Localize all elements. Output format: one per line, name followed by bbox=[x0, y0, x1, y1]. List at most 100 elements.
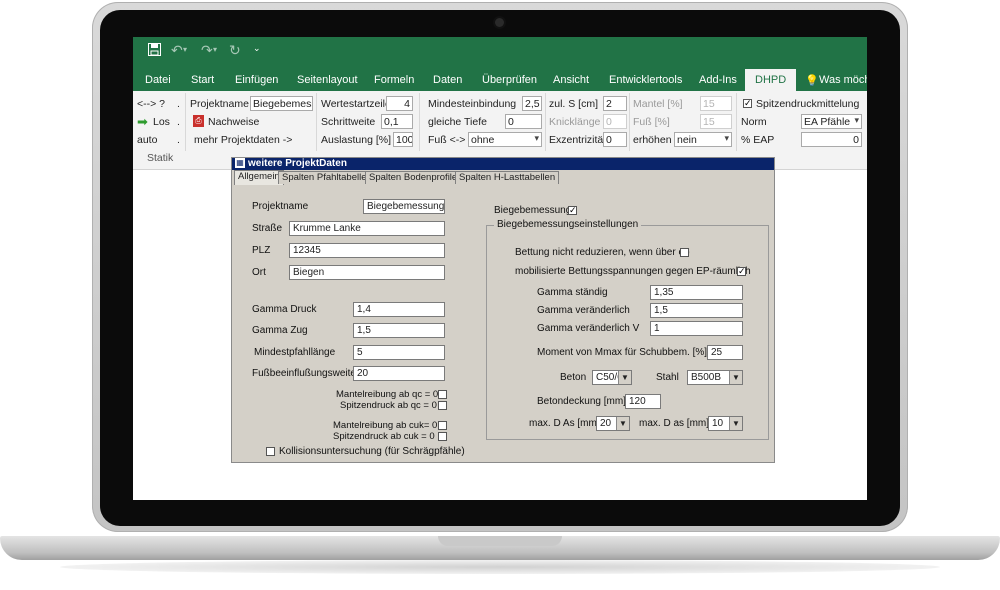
eap-label: % EAP bbox=[741, 134, 775, 146]
erhoehen-select[interactable]: nein bbox=[674, 132, 732, 147]
mehr-projektdaten-button[interactable]: mehr Projektdaten -> bbox=[194, 134, 292, 146]
fussbeeinflussungsweite-input[interactable]: 20 bbox=[353, 366, 445, 381]
tab-datei[interactable]: Datei bbox=[145, 74, 171, 86]
ribbon-los-button[interactable]: Los bbox=[153, 116, 170, 128]
mobilisiert-checkbox[interactable]: ✓ bbox=[737, 267, 746, 276]
auslastung-input[interactable]: 100 bbox=[393, 132, 413, 147]
tab-start[interactable]: Start bbox=[191, 74, 214, 86]
tab-einfuegen[interactable]: Einfügen bbox=[235, 74, 278, 86]
tab-daten[interactable]: Daten bbox=[433, 74, 462, 86]
max-d-as2-value: 10 bbox=[712, 418, 724, 429]
knicklaenge-input[interactable]: 0 bbox=[603, 114, 627, 129]
dialog-title: weitere ProjektDaten bbox=[248, 158, 347, 169]
max-d-as2-select[interactable]: 10 ▼ bbox=[708, 416, 743, 431]
camera bbox=[495, 18, 504, 27]
projektname-input[interactable]: Biegebemessu bbox=[250, 96, 313, 111]
max-d-as-select[interactable]: 20 ▼ bbox=[596, 416, 630, 431]
ort-input[interactable]: Biegen bbox=[289, 265, 445, 280]
gamma-veraenderlich-v-input[interactable]: 1 bbox=[650, 321, 743, 336]
strasse-input[interactable]: Krumme Lanke bbox=[289, 221, 445, 236]
gamma-veraenderlich-v-label: Gamma veränderlich V bbox=[537, 323, 640, 334]
mantel-input[interactable]: 15 bbox=[700, 96, 732, 111]
undo-dropdown-icon[interactable]: ▾ bbox=[183, 45, 187, 54]
moment-label: Moment von Mmax für Schubbem. [%] bbox=[537, 347, 708, 358]
dropdown-arrow-icon[interactable]: ▼ bbox=[618, 371, 631, 384]
dialog-title-bar: ▦ weitere ProjektDaten bbox=[232, 158, 774, 170]
gamma-staendig-input[interactable]: 1,35 bbox=[650, 285, 743, 300]
mindesteinbindung-input[interactable]: 2,5 bbox=[522, 96, 542, 111]
tab-formeln[interactable]: Formeln bbox=[374, 74, 414, 86]
ribbon-dot: . bbox=[177, 116, 180, 128]
spitzendruck-qc-checkbox[interactable] bbox=[438, 401, 447, 410]
auslastung-label: Auslastung [%] bbox=[321, 134, 392, 146]
tab-spalten-bodenprofile[interactable]: Spalten Bodenprofile bbox=[365, 171, 462, 184]
gamma-druck-input[interactable]: 1,4 bbox=[353, 302, 445, 317]
ort-label: Ort bbox=[252, 267, 266, 278]
eap-input[interactable]: 0 bbox=[801, 132, 862, 147]
stahl-select[interactable]: B500B ▼ bbox=[687, 370, 743, 385]
separator bbox=[419, 93, 420, 151]
fuss-pct-label: Fuß [%] bbox=[633, 116, 670, 128]
tab-allgemein[interactable]: Allgemein bbox=[234, 170, 284, 185]
projektname-label: Projektname bbox=[252, 201, 309, 212]
lightbulb-icon[interactable]: 💡 bbox=[805, 74, 819, 87]
fuss-select[interactable]: ohne bbox=[468, 132, 542, 147]
projektname-input[interactable]: Biegebemessung bbox=[363, 199, 445, 214]
plz-input[interactable]: 12345 bbox=[289, 243, 445, 258]
tab-add-ins[interactable]: Add-Ins bbox=[699, 74, 737, 86]
separator bbox=[316, 93, 317, 151]
refresh-icon[interactable]: ↻ bbox=[229, 42, 241, 59]
biegebemessung-checkbox[interactable]: ✓ bbox=[568, 206, 577, 215]
tell-me-search[interactable]: Was möcht bbox=[819, 74, 867, 86]
biegebemessung-label: Biegebemessung bbox=[494, 205, 572, 216]
fussbeeinflussungsweite-label: Fußbeeinflußungsweite bbox=[252, 368, 356, 379]
mantelreibung-cuk-checkbox[interactable] bbox=[438, 421, 447, 430]
arrow-right-icon[interactable]: ➡ bbox=[137, 115, 148, 128]
gamma-veraenderlich-input[interactable]: 1,5 bbox=[650, 303, 743, 318]
bettung-label: Bettung nicht reduzieren, wenn über ep bbox=[515, 247, 690, 258]
tab-ansicht[interactable]: Ansicht bbox=[553, 74, 589, 86]
max-d-as2-label: max. D as [mm] bbox=[639, 418, 710, 429]
dropdown-arrow-icon[interactable]: ▼ bbox=[729, 417, 742, 430]
dropdown-arrow-icon[interactable]: ▼ bbox=[616, 417, 629, 430]
kollision-checkbox[interactable] bbox=[266, 447, 275, 456]
tab-entwicklertools[interactable]: Entwicklertools bbox=[609, 74, 682, 86]
mindestpfahllaenge-input[interactable]: 5 bbox=[353, 345, 445, 360]
spitzendruck-checkbox[interactable]: ✓ bbox=[743, 99, 752, 108]
max-d-as-label: max. D As [mm] bbox=[529, 418, 600, 429]
tab-spalten-pfahltabelle[interactable]: Spalten Pfahltabelle bbox=[278, 171, 371, 184]
ribbon-help-button[interactable]: <--> ? bbox=[137, 98, 165, 110]
biegebemessung-group-label: Biegebemessungseinstellungen bbox=[494, 219, 642, 230]
redo-icon[interactable]: ↷ bbox=[201, 42, 213, 59]
gamma-veraenderlich-label: Gamma veränderlich bbox=[537, 305, 630, 316]
betondeckung-input[interactable]: 120 bbox=[625, 394, 661, 409]
tab-dhpd[interactable]: DHPD bbox=[745, 69, 797, 91]
laptop-notch bbox=[438, 536, 562, 546]
bettung-checkbox[interactable] bbox=[680, 248, 689, 257]
tab-spalten-h-lasttabellen[interactable]: Spalten H-Lasttabellen bbox=[455, 171, 560, 184]
redo-dropdown-icon[interactable]: ▾ bbox=[213, 45, 217, 54]
save-icon[interactable] bbox=[148, 43, 161, 59]
tab-ueberpruefen[interactable]: Überprüfen bbox=[482, 74, 537, 86]
exzentrizitaet-input[interactable]: 0 bbox=[603, 132, 627, 147]
customize-toolbar-icon[interactable]: ⌄ bbox=[253, 43, 261, 54]
undo-icon[interactable]: ↶ bbox=[171, 42, 183, 59]
dropdown-arrow-icon[interactable]: ▼ bbox=[729, 371, 742, 384]
moment-input[interactable]: 25 bbox=[707, 345, 743, 360]
nachweise-button[interactable]: Nachweise bbox=[208, 116, 259, 128]
stahl-label: Stahl bbox=[656, 372, 679, 383]
beton-select[interactable]: C50/60 ▼ bbox=[592, 370, 632, 385]
fuss-pct-input[interactable]: 15 bbox=[700, 114, 732, 129]
pdf-icon[interactable]: ⎙ bbox=[193, 115, 204, 127]
spitzendruck-cuk-checkbox[interactable] bbox=[438, 432, 447, 441]
gleiche-tiefe-label: gleiche Tiefe bbox=[428, 116, 487, 128]
gamma-zug-input[interactable]: 1,5 bbox=[353, 323, 445, 338]
ribbon-auto-button[interactable]: auto bbox=[137, 134, 157, 146]
wertestartzeile-input[interactable]: 4 bbox=[386, 96, 413, 111]
norm-select[interactable]: EA Pfähle bbox=[801, 114, 862, 129]
zul-s-input[interactable]: 2 bbox=[603, 96, 627, 111]
tab-seitenlayout[interactable]: Seitenlayout bbox=[297, 74, 358, 86]
gleiche-tiefe-input[interactable]: 0 bbox=[505, 114, 542, 129]
schrittweite-input[interactable]: 0,1 bbox=[381, 114, 413, 129]
mantelreibung-qc-checkbox[interactable] bbox=[438, 390, 447, 399]
